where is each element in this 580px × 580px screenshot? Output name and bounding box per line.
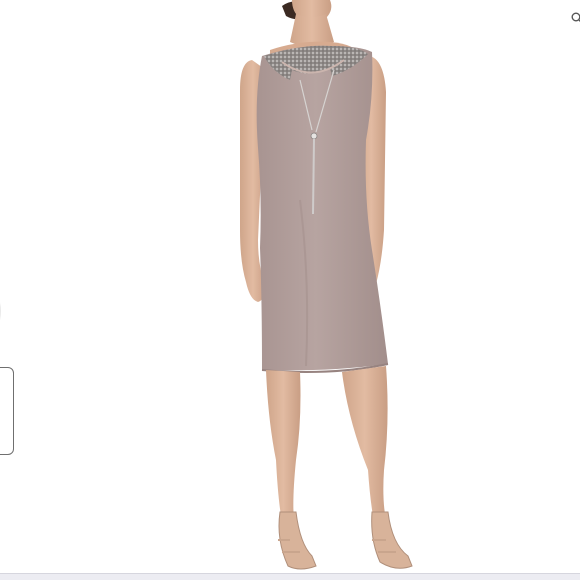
left-leg — [266, 370, 301, 522]
bottom-divider — [0, 573, 580, 580]
previous-image-button[interactable] — [0, 367, 14, 455]
right-leg — [342, 366, 388, 522]
magnifier-icon[interactable] — [571, 12, 580, 24]
previous-image-sliver — [0, 302, 1, 320]
image-viewer — [0, 0, 580, 580]
product-image[interactable] — [0, 0, 580, 580]
